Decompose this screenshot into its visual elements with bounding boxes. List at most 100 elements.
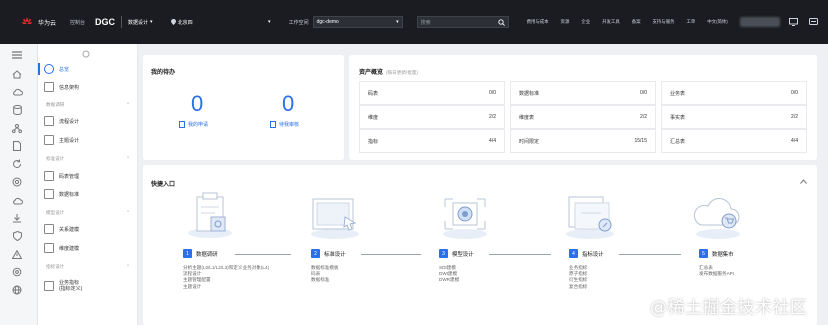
step-model-design[interactable]: 3 模型设计: [439, 249, 474, 258]
top-link-devtools[interactable]: 开发工具: [602, 19, 620, 25]
refresh-icon[interactable]: [11, 158, 23, 170]
module-dropdown[interactable]: 数据设计 ▾: [128, 19, 153, 26]
market-illustration-icon: [693, 198, 740, 239]
step-sub-link[interactable]: 发布数据服务API: [699, 271, 734, 277]
sidebar-item-code-table[interactable]: 码表管理: [44, 170, 132, 182]
sidebar-item-process-design[interactable]: 流程设计: [44, 115, 132, 127]
step-number: 1: [183, 249, 192, 258]
todo-card: 我的待办 0 我的申请 0 待我审核: [143, 55, 344, 160]
globe-icon[interactable]: [11, 284, 23, 296]
step-standard-design[interactable]: 2 标准设计: [311, 249, 346, 258]
region-label: 北京四: [177, 19, 193, 26]
top-link-enterprise[interactable]: 企业: [581, 19, 590, 25]
step-sub-link[interactable]: 数据标准: [311, 277, 339, 283]
target-icon[interactable]: [11, 176, 23, 188]
step-connector: [619, 254, 681, 255]
step-data-research[interactable]: 1 数据调研: [183, 249, 218, 258]
step-number: 4: [569, 249, 578, 258]
sidebar-item-overview[interactable]: 总览: [38, 63, 132, 75]
asset-cell-fact-table[interactable]: 事实表 2/2: [661, 105, 807, 129]
asset-cell-business-table[interactable]: 业务表 0/0: [661, 81, 807, 105]
network-icon[interactable]: [11, 122, 23, 134]
asset-cell-metric[interactable]: 指标 4/4: [359, 129, 505, 153]
top-navigation-bar: 华为云 控制台 DGC 数据设计 ▾ 北京四 ▾ 工作空间 dgc-demo ▾…: [0, 0, 828, 44]
step-2-links: 数据标准模板 码表 数据标准: [311, 265, 339, 284]
my-applications-link[interactable]: 我的申请: [179, 121, 208, 128]
checkbox-icon: [44, 281, 54, 291]
asset-cell-data-standard[interactable]: 数据标准 0/0: [510, 81, 656, 105]
sidebar-item-relational-modeling[interactable]: 关系建模: [44, 223, 132, 235]
chevron-up-icon: ⌃: [126, 210, 130, 215]
warning-icon[interactable]: [11, 248, 23, 260]
caret-down-icon: ▾: [396, 19, 399, 25]
step-data-market[interactable]: 5 数据集市: [699, 249, 734, 258]
asset-overview-card: 资产概览 (每日更新/批量) 码表 0/0 数据标准 0/0 业务表 0/0 维…: [349, 55, 817, 160]
asset-cell-code-table[interactable]: 码表 0/0: [359, 81, 505, 105]
top-link-tickets[interactable]: 工单: [686, 19, 695, 25]
user-account-menu[interactable]: [739, 17, 780, 27]
step-metric-design[interactable]: 4 指标设计: [569, 249, 604, 258]
search-icon[interactable]: [497, 18, 505, 26]
sidebar-item-dimensional-modeling[interactable]: 维度建模: [44, 242, 132, 254]
pending-review-label: 待我审核: [279, 122, 300, 128]
code-table-icon: [44, 171, 54, 181]
asset-cell-dimension-table[interactable]: 维度表 2/2: [510, 105, 656, 129]
settings-icon[interactable]: [11, 266, 23, 278]
download-icon[interactable]: [11, 212, 23, 224]
hamburger-menu-icon[interactable]: [11, 49, 23, 61]
step-sub-link[interactable]: 主题设计: [183, 284, 269, 290]
caret-down-icon: ▾: [268, 19, 271, 25]
top-link-billing[interactable]: 费用与成本: [527, 19, 549, 25]
overview-icon: [44, 64, 54, 74]
service-icon-rail: [0, 44, 38, 325]
huawei-cloud-logo-icon[interactable]: [21, 16, 33, 28]
screen-icon[interactable]: [788, 16, 800, 28]
pending-review-count[interactable]: 0: [282, 91, 294, 117]
sidebar-item-topic-design[interactable]: 主题设计: [44, 134, 132, 146]
shield-icon[interactable]: [11, 230, 23, 242]
top-link-support[interactable]: 支持与服务: [653, 19, 675, 25]
asset-value: 15/15: [634, 138, 647, 144]
chevron-up-icon: ⌃: [126, 102, 130, 107]
step-sub-link[interactable]: 衍生指标: [569, 277, 587, 283]
feedback-icon[interactable]: [808, 16, 820, 28]
my-applications-count[interactable]: 0: [191, 91, 203, 117]
sidebar-item-business-metrics[interactable]: 业务指标 (指标定义): [44, 278, 132, 294]
quick-entry-title: 快捷入口: [151, 182, 176, 188]
top-link-resources[interactable]: 资源: [561, 19, 570, 25]
sidebar-group-research[interactable]: 数据调研 ⌃: [46, 100, 130, 110]
database-icon[interactable]: [11, 104, 23, 116]
product-name: DGC: [95, 17, 116, 27]
pending-review-link[interactable]: 待我审核: [270, 121, 299, 128]
step-sub-link[interactable]: DWR建模: [439, 277, 459, 283]
top-link-filing[interactable]: 备案: [632, 19, 641, 25]
sidebar-item-label: 流程设计: [59, 118, 80, 125]
collapse-icon[interactable]: [82, 50, 90, 58]
asset-label: 指标: [368, 138, 379, 145]
sidebar-item-info-architecture[interactable]: 信息架构: [44, 81, 132, 93]
cloud-upload-icon[interactable]: [11, 194, 23, 206]
sidebar-group-model[interactable]: 模型设计 ⌃: [46, 208, 130, 218]
region-selector[interactable]: 北京四 ▾: [167, 16, 275, 28]
home-icon[interactable]: [11, 68, 23, 80]
asset-cell-summary-table[interactable]: 汇总表 4/4: [661, 129, 807, 153]
chevron-up-icon[interactable]: [800, 179, 807, 184]
asset-cell-dimension[interactable]: 维度 2/2: [359, 105, 505, 129]
asset-value: 4/4: [791, 138, 798, 144]
document-icon[interactable]: [11, 140, 23, 152]
console-link[interactable]: 控制台: [70, 19, 85, 26]
brand-name[interactable]: 华为云: [38, 18, 56, 27]
workspace-label: 工作空间: [288, 19, 309, 26]
sidebar-group-standard[interactable]: 标准设计 ⌃: [46, 154, 130, 164]
workspace-select[interactable]: dgc-demo ▾: [312, 16, 403, 28]
sidebar-item-data-standard[interactable]: 数据标准: [44, 188, 132, 200]
sidebar-group-label: 标准设计: [46, 156, 65, 161]
search-input[interactable]: 搜索: [416, 16, 509, 28]
cloud-icon[interactable]: [11, 86, 23, 98]
asset-cell-time-qualifier[interactable]: 时间限定 15/15: [510, 129, 656, 153]
data-standard-icon: [44, 189, 54, 199]
step-sub-link[interactable]: 复合指标: [569, 284, 587, 290]
sidebar-group-metrics[interactable]: 指标设计 ⌃: [46, 262, 130, 272]
language-selector[interactable]: 中文(简体): [707, 19, 728, 25]
step-label: 模型设计: [452, 251, 474, 258]
